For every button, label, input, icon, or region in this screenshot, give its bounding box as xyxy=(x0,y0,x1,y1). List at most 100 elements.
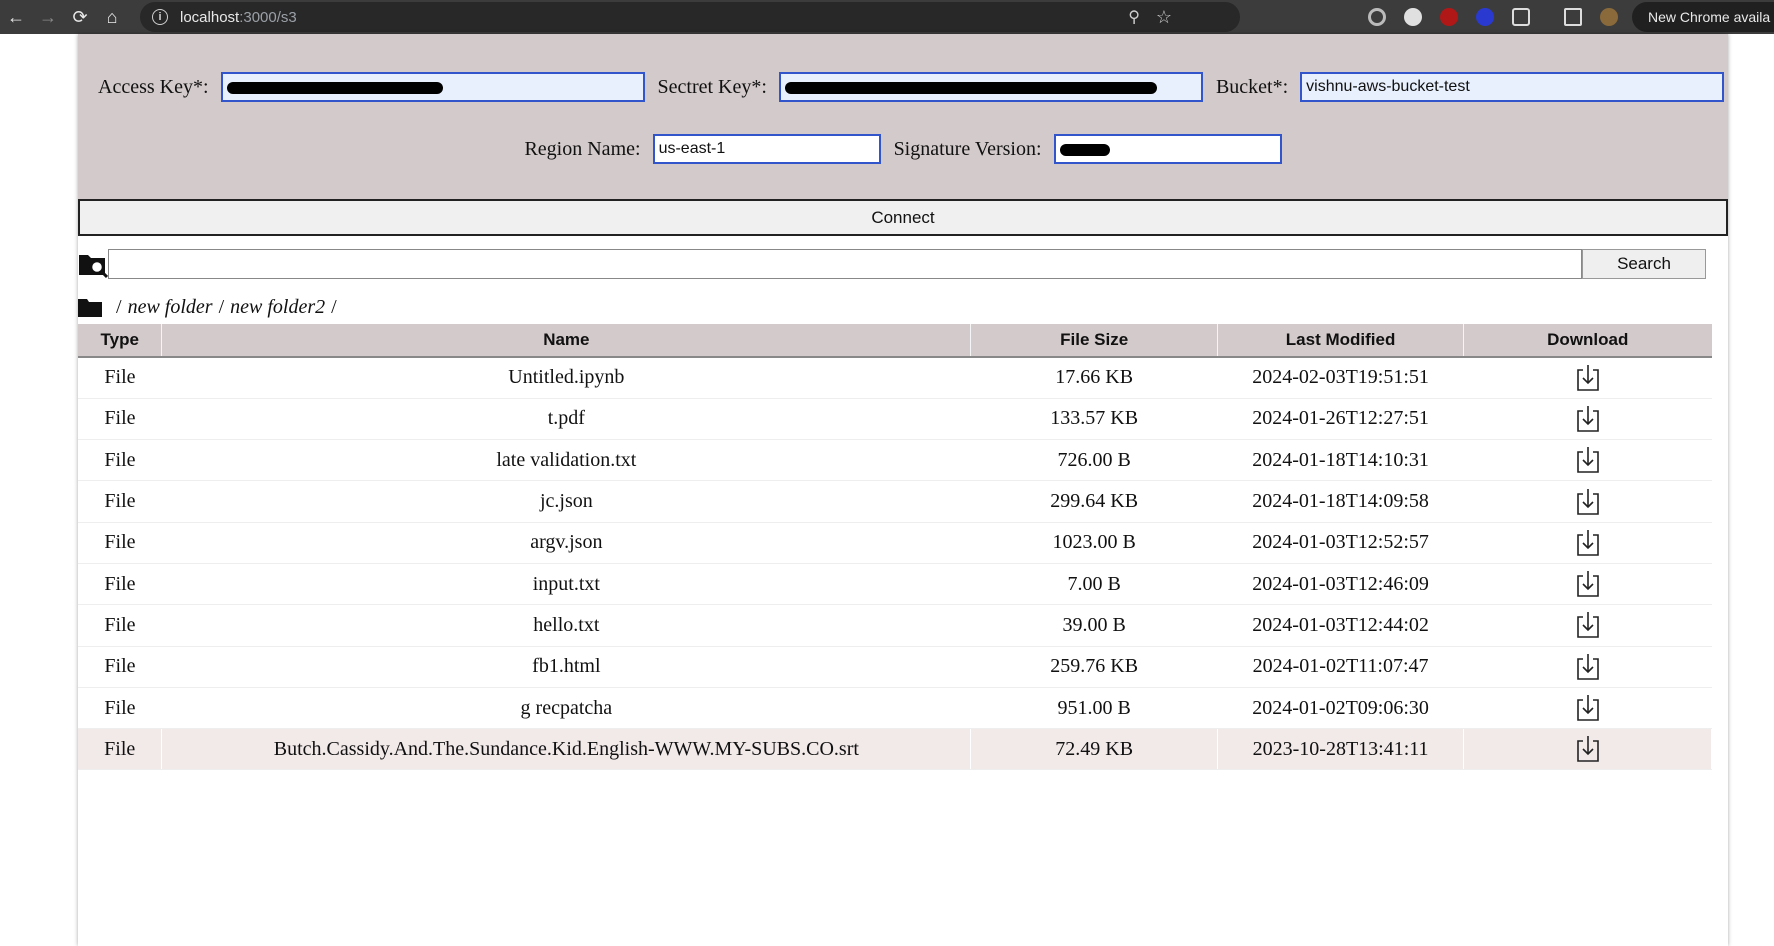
files-table-body: File Untitled.ipynb 17.66 KB 2024-02-03T19:… xyxy=(78,357,1712,771)
extension-circle-icon[interactable] xyxy=(1368,8,1386,26)
table-row[interactable]: File jc.json 299.64 KB 2024-01-18T14:09:58 xyxy=(78,480,1712,523)
url-host: localhost xyxy=(180,8,240,26)
bookmark-star-icon[interactable]: ☆ xyxy=(1156,7,1172,28)
download-icon[interactable] xyxy=(1575,405,1601,433)
redacted-mark xyxy=(226,82,443,94)
cell-name: Untitled.ipynb xyxy=(161,357,971,399)
cell-download xyxy=(1463,646,1712,688)
download-icon[interactable] xyxy=(1575,694,1601,722)
cell-name: t.pdf xyxy=(161,398,971,441)
access-key-input[interactable] xyxy=(220,72,645,102)
cell-file-size: 726.00 B xyxy=(970,439,1218,482)
cell-last-modified: 2024-01-18T14:10:31 xyxy=(1217,439,1464,482)
cell-name: hello.txt xyxy=(161,604,971,647)
redacted-mark xyxy=(1059,144,1110,156)
site-info-icon[interactable]: i xyxy=(152,9,168,25)
column-header-type: Type xyxy=(78,324,163,358)
download-icon[interactable] xyxy=(1575,611,1601,639)
column-header-download: Download xyxy=(1463,324,1712,358)
table-row[interactable]: File argv.json 1023.00 B 2024-01-03T12:52:5… xyxy=(78,522,1712,564)
cell-download xyxy=(1463,728,1712,771)
breadcrumb-item-new-folder[interactable]: new folder xyxy=(128,296,213,319)
home-icon[interactable]: ⌂ xyxy=(96,7,128,28)
breadcrumb-item-new-folder2[interactable]: new folder2 xyxy=(230,296,325,319)
region-name-input[interactable]: us-east-1 xyxy=(652,134,881,164)
cell-last-modified: 2024-02-03T19:51:51 xyxy=(1217,357,1464,399)
bucket-input[interactable]: vishnu-aws-bucket-test xyxy=(1300,72,1725,102)
cell-file-size: 133.57 KB xyxy=(970,398,1218,441)
download-icon[interactable] xyxy=(1575,364,1601,392)
table-row[interactable]: File hello.txt 39.00 B 2024-01-03T12:44:02 xyxy=(78,604,1712,647)
table-row[interactable]: File Untitled.ipynb 17.66 KB 2024-02-03T19:… xyxy=(78,357,1712,399)
cell-file-size: 1023.00 B xyxy=(970,522,1218,564)
cell-type: File xyxy=(78,439,162,482)
cell-name: argv.json xyxy=(161,522,971,564)
browser-toolbar: ← → ⟳ ⌂ i localhost:3000/s3 ⚲ ☆ New Chro… xyxy=(0,0,1774,34)
zoom-icon[interactable]: ⚲ xyxy=(1128,7,1140,27)
ublock-icon[interactable] xyxy=(1440,8,1458,26)
secret-key-input[interactable] xyxy=(778,72,1203,102)
table-header-row: Type Name File Size Last Modified Downlo… xyxy=(78,324,1712,358)
access-key-label: Access Key*: xyxy=(98,75,209,98)
cell-file-size: 259.76 KB xyxy=(970,646,1218,688)
cell-file-size: 299.64 KB xyxy=(970,480,1218,523)
cell-last-modified: 2024-01-03T12:44:02 xyxy=(1217,604,1464,647)
cell-last-modified: 2024-01-02T11:07:47 xyxy=(1217,646,1464,688)
s3-browser-page: Access Key*: Sectret Key*: Bucket*: vish… xyxy=(78,34,1728,946)
files-table: Type Name File Size Last Modified Downlo… xyxy=(78,324,1712,771)
cell-download xyxy=(1463,439,1712,482)
cell-type: File xyxy=(78,357,162,399)
reload-icon[interactable]: ⟳ xyxy=(64,7,96,28)
table-row[interactable]: File input.txt 7.00 B 2024-01-03T12:46:09 xyxy=(78,563,1712,606)
cell-file-size: 17.66 KB xyxy=(970,357,1218,399)
extension-blue-icon[interactable] xyxy=(1476,8,1494,26)
back-arrow-icon[interactable]: ← xyxy=(0,7,32,28)
cell-name: Butch.Cassidy.And.The.Sundance.Kid.Engli… xyxy=(161,728,972,771)
cell-name: jc.json xyxy=(161,480,971,523)
new-chrome-available-button[interactable]: New Chrome availa xyxy=(1632,2,1774,32)
table-row[interactable]: File fb1.html 259.76 KB 2024-01-02T11:07:47 xyxy=(78,646,1712,688)
folder-icon[interactable] xyxy=(78,297,102,317)
secret-key-label: Sectret Key*: xyxy=(657,75,767,98)
search-input[interactable] xyxy=(108,249,1582,279)
signature-version-input[interactable] xyxy=(1053,134,1282,164)
extension-globe-icon[interactable] xyxy=(1404,8,1422,26)
cell-name: input.txt xyxy=(161,563,971,606)
table-row[interactable]: File Butch.Cassidy.And.The.Sundance.Kid.E… xyxy=(78,728,1712,771)
download-icon[interactable] xyxy=(1575,735,1601,763)
download-icon[interactable] xyxy=(1575,653,1601,681)
table-row[interactable]: File g recpatcha 951.00 B 2024-01-02T09:06:… xyxy=(78,687,1712,730)
download-icon[interactable] xyxy=(1575,446,1601,474)
cell-type: File xyxy=(78,398,162,441)
breadcrumb-separator: / xyxy=(331,295,337,318)
cell-last-modified: 2023-10-28T13:41:11 xyxy=(1217,728,1465,771)
cell-type: File xyxy=(78,646,162,688)
cell-download xyxy=(1463,398,1712,441)
address-url: localhost:3000/s3 xyxy=(180,9,297,26)
cell-type: File xyxy=(78,522,162,564)
profile-avatar[interactable] xyxy=(1600,8,1618,26)
cell-last-modified: 2024-01-03T12:52:57 xyxy=(1217,522,1464,564)
cell-type: File xyxy=(78,687,162,730)
search-button[interactable]: Search xyxy=(1582,249,1706,279)
credentials-row-2: Region Name: us-east-1 Signature Version… xyxy=(78,133,1728,165)
cell-type: File xyxy=(78,480,162,523)
forward-arrow-icon[interactable]: → xyxy=(32,7,64,28)
download-icon[interactable] xyxy=(1575,529,1601,557)
download-icon[interactable] xyxy=(1575,488,1601,516)
connect-button[interactable]: Connect xyxy=(78,199,1728,236)
cell-file-size: 72.49 KB xyxy=(970,728,1219,771)
side-panel-icon[interactable] xyxy=(1564,8,1582,26)
download-icon[interactable] xyxy=(1575,570,1601,598)
cell-last-modified: 2024-01-03T12:46:09 xyxy=(1217,563,1464,606)
address-bar[interactable]: i localhost:3000/s3 ⚲ ☆ xyxy=(140,2,1240,32)
url-path: :3000/s3 xyxy=(239,8,297,26)
cell-last-modified: 2024-01-02T09:06:30 xyxy=(1217,687,1464,730)
table-row[interactable]: File t.pdf 133.57 KB 2024-01-26T12:27:51 xyxy=(78,398,1712,441)
extensions-puzzle-icon[interactable] xyxy=(1512,8,1530,26)
cell-last-modified: 2024-01-18T14:09:58 xyxy=(1217,480,1464,523)
table-row[interactable]: File late validation.txt 726.00 B 2024-01-1… xyxy=(78,439,1712,482)
cell-download xyxy=(1463,357,1712,399)
cell-file-size: 951.00 B xyxy=(970,687,1218,730)
cell-download xyxy=(1463,604,1712,647)
